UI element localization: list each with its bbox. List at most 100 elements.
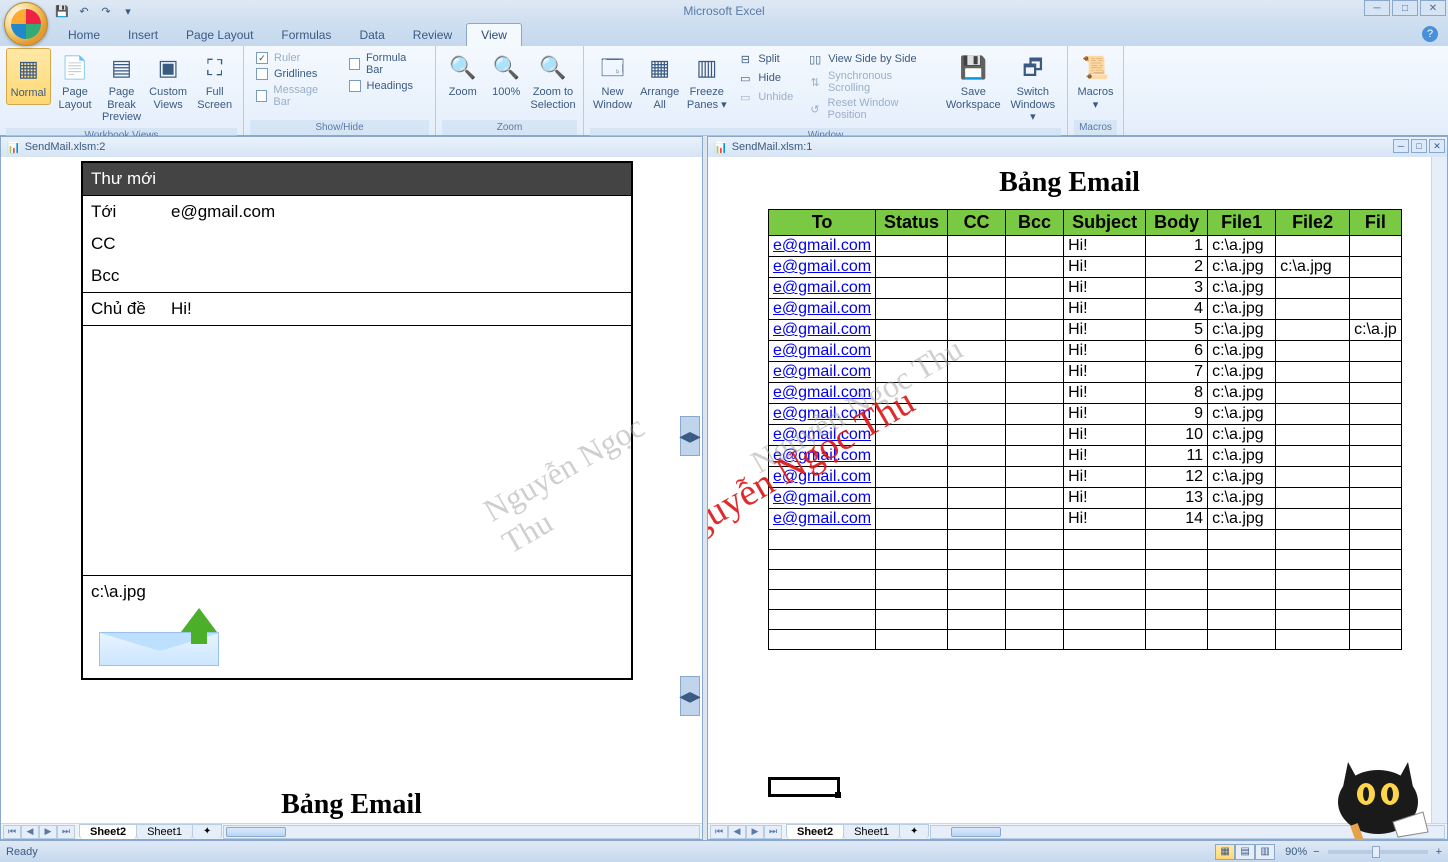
table-cell[interactable] [1208, 610, 1276, 630]
table-cell[interactable] [876, 278, 948, 299]
table-row[interactable]: e@gmail.comHi!13c:\a.jpg [769, 488, 1402, 509]
table-cell[interactable] [1064, 570, 1146, 590]
table-cell[interactable] [769, 570, 876, 590]
table-cell[interactable]: 9 [1146, 404, 1208, 425]
hscroll-thumb[interactable] [951, 827, 1001, 837]
table-cell[interactable] [876, 550, 948, 570]
table-cell[interactable] [876, 509, 948, 530]
tab-home[interactable]: Home [54, 24, 114, 46]
table-row[interactable] [769, 530, 1402, 550]
table-cell[interactable] [769, 630, 876, 650]
doc-close-button[interactable]: ✕ [1429, 139, 1445, 153]
redo-icon[interactable]: ↷ [98, 3, 114, 19]
table-cell[interactable] [876, 257, 948, 278]
table-cell[interactable]: 6 [1146, 341, 1208, 362]
table-cell[interactable] [876, 446, 948, 467]
table-cell[interactable]: Hi! [1064, 320, 1146, 341]
table-cell[interactable] [948, 446, 1006, 467]
sheet-nav-last[interactable]: ⏭ [764, 825, 782, 839]
table-cell[interactable]: Hi! [1064, 341, 1146, 362]
table-cell[interactable] [1006, 467, 1064, 488]
table-cell[interactable] [1276, 610, 1350, 630]
table-cell[interactable] [1064, 590, 1146, 610]
synchronous-scrolling-button[interactable]: ⇅Synchronous Scrolling [805, 69, 938, 95]
table-cell[interactable]: e@gmail.com [769, 278, 876, 299]
table-cell[interactable]: c:\a.jpg [1208, 320, 1276, 341]
headings-checkbox[interactable]: Headings [349, 80, 423, 92]
mail-body-area[interactable] [83, 325, 631, 575]
minimize-button[interactable]: ─ [1364, 0, 1390, 16]
table-cell[interactable]: Hi! [1064, 488, 1146, 509]
mail-subject-value[interactable]: Hi! [171, 299, 192, 319]
zoom-in-button[interactable]: + [1436, 846, 1442, 858]
table-cell[interactable] [1276, 570, 1350, 590]
table-cell[interactable] [1350, 446, 1402, 467]
table-cell[interactable]: c:\a.jpg [1208, 341, 1276, 362]
table-cell[interactable] [1350, 610, 1402, 630]
table-cell[interactable] [1006, 383, 1064, 404]
table-cell[interactable] [1208, 590, 1276, 610]
table-cell[interactable] [1146, 590, 1208, 610]
table-cell[interactable] [1276, 550, 1350, 570]
page-break-preview-button[interactable]: ▤Page Break Preview [99, 48, 144, 128]
qat-dropdown-icon[interactable]: ▾ [120, 3, 136, 19]
table-cell[interactable] [1006, 278, 1064, 299]
table-cell[interactable] [876, 320, 948, 341]
save-icon[interactable]: 💾 [54, 3, 70, 19]
tab-view[interactable]: View [466, 23, 522, 46]
freeze-panes-button[interactable]: ▥Freeze Panes ▾ [684, 48, 729, 115]
switch-windows-button[interactable]: 🗗Switch Windows ▾ [1005, 48, 1061, 128]
hscrollbar-left[interactable] [223, 825, 700, 839]
email-link[interactable]: e@gmail.com [773, 321, 871, 338]
insert-sheet-button[interactable]: ✦ [192, 824, 222, 839]
sheet-nav-next[interactable]: ▶ [39, 825, 57, 839]
table-cell[interactable] [1350, 362, 1402, 383]
split-button[interactable]: ⊟Split [735, 50, 795, 68]
zoom-selection-button[interactable]: 🔍Zoom to Selection [529, 48, 577, 115]
table-cell[interactable]: Hi! [1064, 383, 1146, 404]
email-link[interactable]: e@gmail.com [773, 405, 871, 422]
table-header[interactable]: File1 [1208, 210, 1276, 236]
doc-max-button[interactable]: □ [1411, 139, 1427, 153]
table-cell[interactable] [1276, 236, 1350, 257]
table-cell[interactable] [1006, 530, 1064, 550]
table-cell[interactable] [876, 383, 948, 404]
table-row[interactable]: e@gmail.comHi!8c:\a.jpg [769, 383, 1402, 404]
table-row[interactable] [769, 550, 1402, 570]
table-cell[interactable] [948, 257, 1006, 278]
table-cell[interactable] [1276, 488, 1350, 509]
zoom-slider[interactable] [1328, 850, 1428, 854]
sheet-nav-last[interactable]: ⏭ [57, 825, 75, 839]
table-cell[interactable]: e@gmail.com [769, 467, 876, 488]
table-cell[interactable] [1006, 404, 1064, 425]
table-cell[interactable] [1276, 362, 1350, 383]
email-link[interactable]: e@gmail.com [773, 258, 871, 275]
sheet-tab-sheet2[interactable]: Sheet2 [786, 824, 844, 839]
table-cell[interactable]: e@gmail.com [769, 446, 876, 467]
table-cell[interactable] [1276, 425, 1350, 446]
help-icon[interactable]: ? [1422, 26, 1438, 42]
tab-review[interactable]: Review [399, 24, 466, 46]
maximize-button[interactable]: □ [1392, 0, 1418, 16]
email-table[interactable]: ToStatusCCBccSubjectBodyFile1File2File@g… [768, 209, 1402, 650]
table-row[interactable]: e@gmail.comHi!12c:\a.jpg [769, 467, 1402, 488]
table-cell[interactable] [1350, 630, 1402, 650]
table-cell[interactable] [769, 550, 876, 570]
table-row[interactable]: e@gmail.comHi!2c:\a.jpgc:\a.jpg [769, 257, 1402, 278]
table-cell[interactable] [876, 341, 948, 362]
mail-to-value[interactable]: e@gmail.com [171, 202, 275, 222]
undo-icon[interactable]: ↶ [76, 3, 92, 19]
table-cell[interactable]: 12 [1146, 467, 1208, 488]
table-cell[interactable] [1006, 299, 1064, 320]
table-cell[interactable] [948, 530, 1006, 550]
sheet-tab-sheet1[interactable]: Sheet1 [843, 824, 900, 839]
table-cell[interactable] [1006, 610, 1064, 630]
table-cell[interactable] [1276, 383, 1350, 404]
table-cell[interactable]: e@gmail.com [769, 404, 876, 425]
table-header[interactable]: Body [1146, 210, 1208, 236]
table-cell[interactable] [1006, 570, 1064, 590]
table-cell[interactable] [1146, 630, 1208, 650]
table-cell[interactable] [1146, 550, 1208, 570]
table-header[interactable]: File2 [1276, 210, 1350, 236]
gridlines-checkbox[interactable]: Gridlines [256, 68, 335, 80]
